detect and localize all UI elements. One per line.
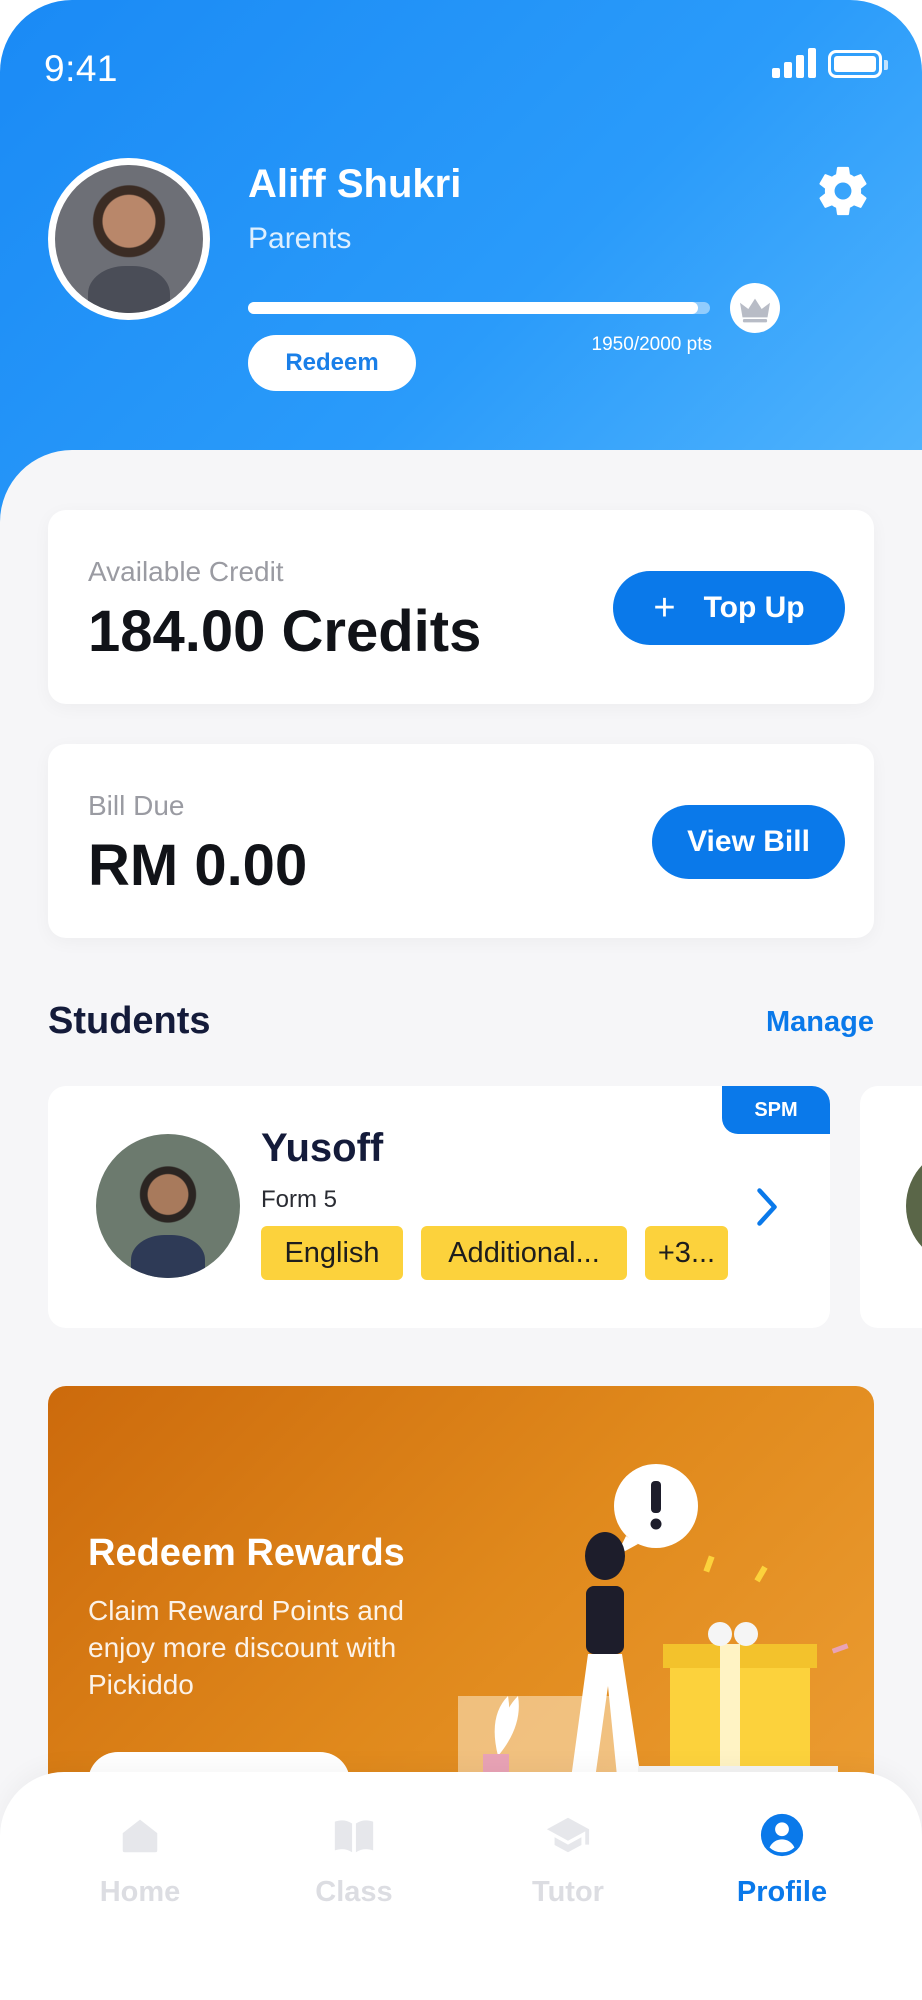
top-up-button[interactable]: + Top Up (613, 571, 845, 645)
phone-screen: 9:41 Aliff Shukri Parents 1950/2000 pts … (0, 0, 922, 2000)
student-card[interactable]: SPM Yusoff Form 5 English Additional... … (48, 1086, 830, 1328)
nav-label: Tutor (532, 1876, 604, 1908)
bill-value: RM 0.00 (88, 833, 308, 898)
nav-label: Home (99, 1876, 181, 1908)
book-icon (334, 1820, 374, 1853)
manage-link[interactable]: Manage (740, 1006, 874, 1039)
crown-badge (730, 283, 780, 333)
points-text: 1950/2000 pts (591, 334, 712, 355)
view-bill-button[interactable]: View Bill (652, 805, 845, 879)
student-avatar (906, 1146, 922, 1266)
profile-avatar[interactable] (48, 158, 210, 320)
student-name: Yusoff (261, 1126, 384, 1170)
banner-description: Claim Reward Points and enjoy more disco… (88, 1595, 404, 1700)
student-form: Form 5 (261, 1186, 338, 1213)
available-credit-card: Available Credit 184.00 Credits + Top Up (48, 510, 874, 704)
user-name: Aliff Shukri (248, 162, 462, 206)
chevron-right-icon[interactable] (752, 1186, 782, 1228)
subject-tag: Additional... (421, 1226, 627, 1280)
status-time: 9:41 (44, 48, 119, 89)
nav-label: Profile (736, 1876, 828, 1908)
nav-label: Class (315, 1876, 393, 1908)
subject-tag: English (261, 1226, 403, 1280)
crown-icon (740, 298, 770, 323)
nav-item-tutor[interactable]: Tutor (498, 1812, 638, 1932)
points-progress-fill (248, 302, 699, 314)
students-title: Students (48, 1000, 211, 1042)
nav-item-profile[interactable]: Profile (712, 1812, 852, 1932)
plus-icon: + (653, 586, 676, 629)
bottom-nav: Home Class Tutor Profile (0, 1772, 922, 2000)
home-icon (122, 1819, 158, 1853)
nav-item-home[interactable]: Home (70, 1812, 210, 1932)
banner-title: Redeem Rewards (88, 1532, 405, 1574)
graduation-cap-icon (546, 1817, 590, 1853)
redeem-button[interactable]: Redeem (248, 335, 416, 391)
battery-icon (828, 50, 888, 78)
bill-due-card: Bill Due RM 0.00 View Bill (48, 744, 874, 938)
bill-label: Bill Due (88, 790, 185, 821)
signal-icon (772, 48, 816, 78)
avatar (55, 165, 203, 313)
credit-value: 184.00 Credits (88, 599, 482, 664)
nav-item-class[interactable]: Class (284, 1812, 424, 1932)
subject-tag-more: +3... (645, 1226, 728, 1280)
user-role: Parents (248, 222, 352, 255)
rewards-illustration (458, 1464, 849, 1786)
credit-label: Available Credit (88, 556, 284, 587)
level-badge: SPM (722, 1086, 830, 1134)
gear-icon[interactable] (814, 162, 872, 220)
student-card-next[interactable] (860, 1086, 922, 1328)
user-icon (760, 1813, 804, 1857)
points-progress-bar (248, 302, 710, 314)
student-avatar (96, 1134, 240, 1278)
top-up-label: Top Up (703, 591, 805, 624)
